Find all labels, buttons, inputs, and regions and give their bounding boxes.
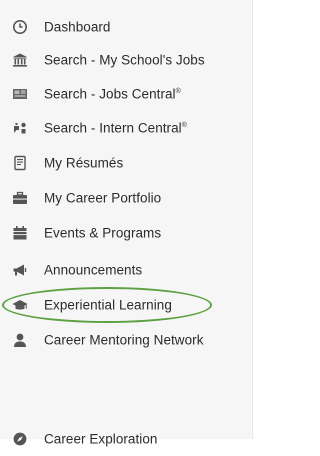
- nav-item-career-mentoring[interactable]: Career Mentoring Network: [0, 323, 252, 357]
- newspaper-icon: [12, 86, 28, 102]
- registered-mark: ®: [181, 122, 187, 129]
- highlight-ellipse: [2, 287, 212, 323]
- nav-item-career-exploration[interactable]: Career Exploration: [0, 422, 252, 456]
- nav-item-intern-central[interactable]: Search - Intern Central®: [0, 111, 252, 145]
- document-icon: [12, 155, 28, 171]
- calendar-icon: [12, 225, 28, 241]
- bullhorn-icon: [12, 262, 28, 278]
- nav-item-jobs-central[interactable]: Search - Jobs Central®: [0, 77, 252, 111]
- nav-item-my-schools-jobs[interactable]: Search - My School's Jobs: [0, 43, 252, 77]
- nav-item-label: Dashboard: [44, 19, 111, 35]
- nav-item-label: Career Exploration: [44, 431, 158, 447]
- nav-item-label: My Career Portfolio: [44, 190, 162, 206]
- sidebar-nav: Dashboard Search - My School's Jobs Sear…: [0, 0, 253, 447]
- nav-item-announcements[interactable]: Announcements: [0, 253, 252, 287]
- nav-item-label: Search - Intern Central®: [44, 120, 187, 136]
- nav-item-label: Events & Programs: [44, 225, 162, 241]
- user-icon: [12, 332, 28, 348]
- nav-item-label: Announcements: [44, 262, 143, 278]
- gamepad-icon: [12, 120, 28, 136]
- nav-item-dashboard[interactable]: Dashboard: [0, 10, 252, 44]
- registered-mark: ®: [175, 88, 181, 95]
- nav-item-label: Search - Jobs Central®: [44, 86, 181, 102]
- nav-item-career-portfolio[interactable]: My Career Portfolio: [0, 181, 252, 215]
- briefcase-icon: [12, 190, 28, 206]
- nav-item-events-programs[interactable]: Events & Programs: [0, 216, 252, 250]
- nav-item-my-resumes[interactable]: My Résumés: [0, 146, 252, 180]
- compass-icon: [12, 431, 28, 447]
- institution-icon: [12, 52, 28, 68]
- nav-item-label: My Résumés: [44, 155, 124, 171]
- nav-item-label: Career Mentoring Network: [44, 332, 204, 348]
- clock-icon: [12, 19, 28, 35]
- nav-item-label: Search - My School's Jobs: [44, 52, 205, 68]
